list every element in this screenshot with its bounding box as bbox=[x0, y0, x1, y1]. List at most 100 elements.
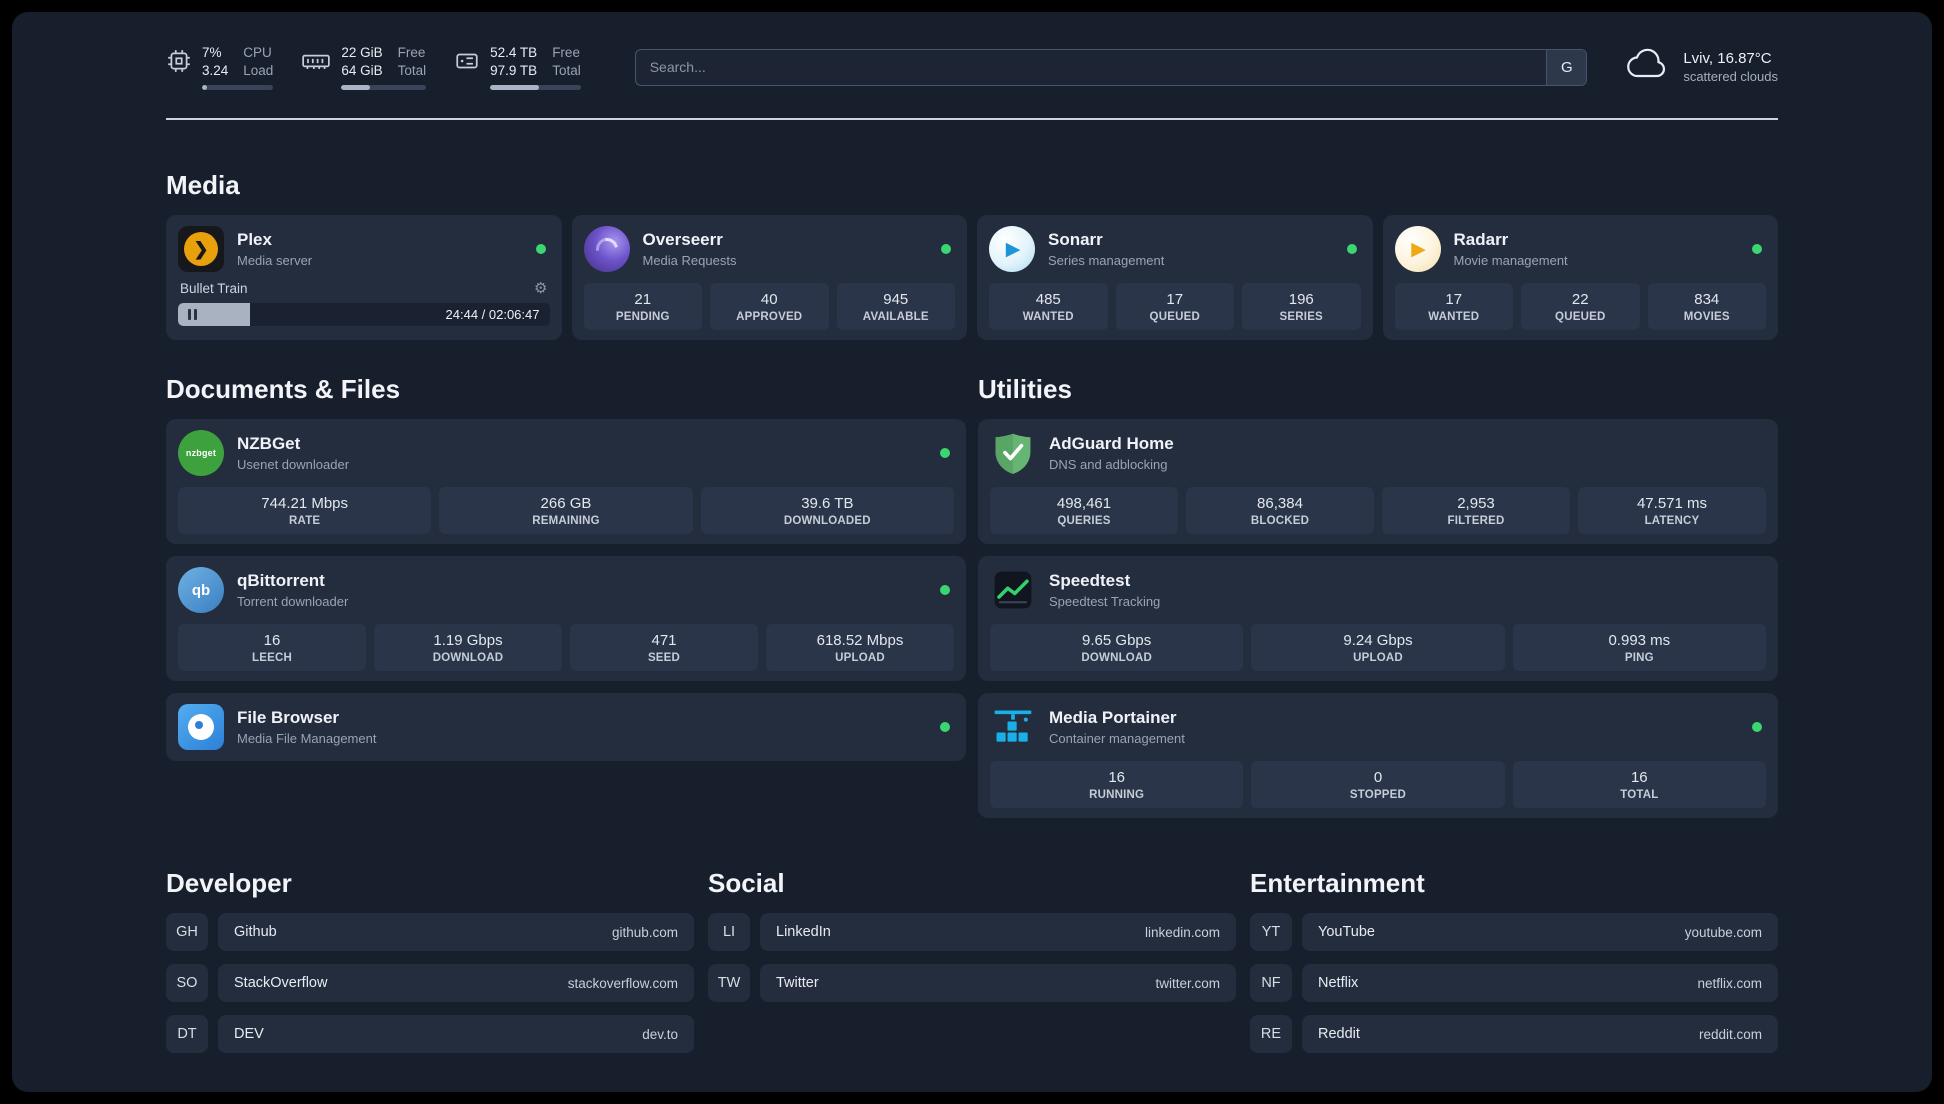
bookmark-reddit[interactable]: RE Reddit reddit.com bbox=[1250, 1015, 1778, 1054]
playback-progress-bar[interactable]: 24:44 / 02:06:47 bbox=[178, 303, 550, 327]
app-header: nzbget NZBGet Usenet downloader bbox=[178, 429, 954, 477]
cpu-chip-icon bbox=[166, 48, 192, 74]
app-meta: Sonarr Series management bbox=[1048, 230, 1164, 268]
header-divider bbox=[166, 118, 1778, 121]
stat-value: 266 GB bbox=[540, 495, 592, 513]
bookmark-link[interactable]: Twitter twitter.com bbox=[760, 964, 1236, 1003]
stat-label: PING bbox=[1624, 652, 1654, 665]
app-card-portainer[interactable]: Media Portainer Container management 16 … bbox=[978, 693, 1778, 819]
bookmark-abbr[interactable]: LI bbox=[708, 913, 750, 952]
app-card-filebrowser[interactable]: File Browser Media File Management bbox=[166, 693, 966, 762]
app-meta: NZBGet Usenet downloader bbox=[237, 434, 349, 472]
app-name: Sonarr bbox=[1048, 230, 1103, 250]
gear-icon[interactable]: ⚙ bbox=[534, 279, 547, 297]
status-dot bbox=[1752, 244, 1762, 255]
bookmark-abbr[interactable]: GH bbox=[166, 913, 208, 952]
section-title-social: Social bbox=[708, 868, 785, 899]
bookmark-name: Github bbox=[234, 924, 277, 941]
bookmark-link[interactable]: Github github.com bbox=[218, 913, 694, 952]
stat-value: 9.65 Gbps bbox=[1082, 632, 1152, 650]
bookmark-link[interactable]: StackOverflow stackoverflow.com bbox=[218, 964, 694, 1003]
utilities-stack: AdGuard Home DNS and adblocking 498,461 … bbox=[978, 419, 1778, 819]
status-dot bbox=[940, 585, 950, 596]
app-name: File Browser bbox=[237, 708, 340, 728]
bookmark-group-entertainment: Entertainment YT YouTube youtube.com NF … bbox=[1250, 868, 1778, 1066]
disk-stat-widget: 52.4 TB 97.9 TB Free Total bbox=[454, 44, 581, 91]
bookmark-github[interactable]: GH Github github.com bbox=[166, 913, 694, 952]
status-dot bbox=[535, 244, 546, 255]
app-header: ▶ Sonarr Series management bbox=[989, 225, 1361, 273]
stat-tile-latency: 47.571 ms LATENCY bbox=[1578, 487, 1766, 535]
app-card-adguard[interactable]: AdGuard Home DNS and adblocking 498,461 … bbox=[978, 419, 1778, 545]
middle-columns: Documents & Files nzbget NZBGet Usenet d… bbox=[166, 374, 1778, 819]
app-card-nzbget[interactable]: nzbget NZBGet Usenet downloader 744.21 M… bbox=[166, 419, 966, 545]
stat-value: 2,953 bbox=[1457, 495, 1495, 513]
bookmark-abbr[interactable]: YT bbox=[1250, 913, 1292, 952]
stat-label: DOWNLOAD bbox=[432, 652, 504, 665]
bookmark-dev[interactable]: DT DEV dev.to bbox=[166, 1015, 694, 1054]
app-name: Media Portainer bbox=[1049, 708, 1177, 728]
bookmark-link[interactable]: Reddit reddit.com bbox=[1302, 1015, 1778, 1054]
bookmark-name: LinkedIn bbox=[776, 924, 831, 941]
bookmark-netflix[interactable]: NF Netflix netflix.com bbox=[1250, 964, 1778, 1003]
status-dot bbox=[940, 722, 950, 733]
app-card-sonarr[interactable]: ▶ Sonarr Series management 485 WANTED 17… bbox=[977, 215, 1373, 341]
bookmark-abbr[interactable]: NF bbox=[1250, 964, 1292, 1003]
app-card-plex[interactable]: ❯ Plex Media server Bullet Train ⚙ 24:44… bbox=[166, 215, 562, 341]
cpu-stat-widget: 7% 3.24 CPU Load bbox=[166, 44, 274, 91]
stat-label: PENDING bbox=[615, 311, 670, 324]
bookmark-stackoverflow[interactable]: SO StackOverflow stackoverflow.com bbox=[166, 964, 694, 1003]
bookmark-youtube[interactable]: YT YouTube youtube.com bbox=[1250, 913, 1778, 952]
bookmark-twitter[interactable]: TW Twitter twitter.com bbox=[708, 964, 1236, 1003]
bookmark-link[interactable]: DEV dev.to bbox=[218, 1015, 694, 1054]
bookmark-link[interactable]: Netflix netflix.com bbox=[1302, 964, 1778, 1003]
bookmark-url: youtube.com bbox=[1684, 924, 1762, 940]
app-card-speedtest[interactable]: Speedtest Speedtest Tracking 9.65 Gbps D… bbox=[978, 556, 1778, 682]
app-card-overseerr[interactable]: Overseerr Media Requests 21 PENDING 40 A… bbox=[571, 215, 967, 341]
stat-tiles: 498,461 QUERIES 86,384 BLOCKED 2,953 FIL… bbox=[990, 487, 1766, 535]
bookmark-url: reddit.com bbox=[1698, 1026, 1762, 1042]
ram-free-label: Free bbox=[397, 45, 426, 60]
stat-value: 47.571 ms bbox=[1636, 495, 1708, 513]
bookmark-linkedin[interactable]: LI LinkedIn linkedin.com bbox=[708, 913, 1236, 952]
stat-tile-total: 16 TOTAL bbox=[1512, 761, 1766, 809]
bookmark-url: stackoverflow.com bbox=[567, 975, 678, 991]
stat-value: 744.21 Mbps bbox=[261, 495, 349, 513]
stat-label: BLOCKED bbox=[1250, 515, 1310, 528]
bookmark-rows: GH Github github.com SO StackOverflow st… bbox=[166, 913, 694, 1054]
stat-label: TOTAL bbox=[1620, 789, 1659, 802]
bookmark-link[interactable]: YouTube youtube.com bbox=[1302, 913, 1778, 952]
app-card-radarr[interactable]: ▶ Radarr Movie management 17 WANTED 22 Q… bbox=[1382, 215, 1778, 341]
weather-widget: Lviv, 16.87°C scattered clouds bbox=[1625, 48, 1778, 87]
stat-tile-downloaded: 39.6 TB DOWNLOADED bbox=[700, 487, 954, 535]
stat-tile-wanted: 17 WANTED bbox=[1394, 283, 1513, 331]
app-card-qbittorrent[interactable]: qb qBittorrent Torrent downloader 16 LEE… bbox=[166, 556, 966, 682]
search-input[interactable] bbox=[634, 48, 1588, 86]
cloud-icon bbox=[1625, 48, 1671, 87]
bookmark-abbr[interactable]: DT bbox=[166, 1015, 208, 1054]
dashboard-page: 7% 3.24 CPU Load 22 GiB 64 GiB Free Tota… bbox=[12, 12, 1932, 1092]
app-description: Container management bbox=[1049, 731, 1185, 747]
stat-tile-series: 196 SERIES bbox=[1242, 283, 1361, 331]
stat-tiles: 16 RUNNING 0 STOPPED 16 TOTAL bbox=[990, 761, 1766, 809]
bookmark-abbr[interactable]: SO bbox=[166, 964, 208, 1003]
app-description: Media Requests bbox=[642, 253, 737, 269]
stat-value: 17 bbox=[1445, 291, 1463, 309]
bookmark-abbr[interactable]: TW bbox=[708, 964, 750, 1003]
bookmark-link[interactable]: LinkedIn linkedin.com bbox=[760, 913, 1236, 952]
stat-label: STOPPED bbox=[1349, 789, 1407, 802]
app-name: AdGuard Home bbox=[1049, 434, 1174, 454]
bookmark-abbr[interactable]: RE bbox=[1250, 1015, 1292, 1054]
stat-value: 498,461 bbox=[1056, 495, 1112, 513]
app-description: Media File Management bbox=[237, 731, 377, 747]
cpu-progress-bar bbox=[202, 85, 274, 91]
disk-total-label: Total bbox=[552, 62, 581, 78]
search-provider-button[interactable]: G bbox=[1546, 49, 1587, 85]
pause-button[interactable] bbox=[188, 309, 197, 321]
stat-tile-wanted: 485 WANTED bbox=[989, 283, 1108, 331]
stat-tile-available: 945 AVAILABLE bbox=[836, 283, 955, 331]
stat-value: 17 bbox=[1166, 291, 1184, 309]
bookmark-group-developer: Developer GH Github github.com SO StackO… bbox=[166, 868, 694, 1066]
stat-label: REMAINING bbox=[532, 515, 600, 528]
nzbget-icon: nzbget bbox=[178, 430, 224, 477]
